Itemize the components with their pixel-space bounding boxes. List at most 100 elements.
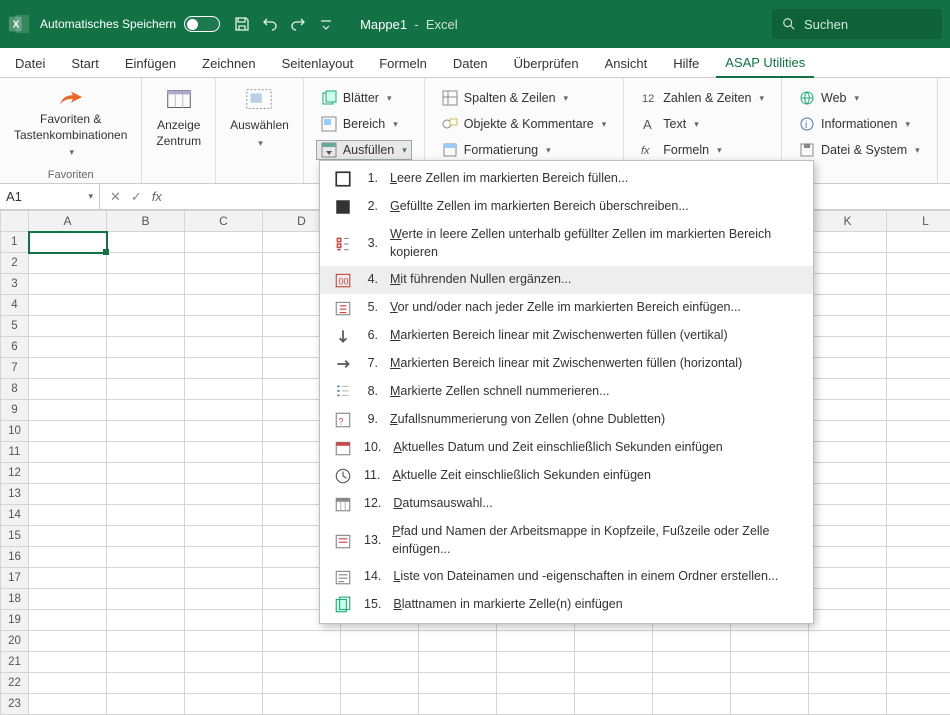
cell[interactable] [341,694,419,715]
row-header[interactable]: 8 [1,379,29,400]
cell[interactable] [185,526,263,547]
cell[interactable] [887,568,950,589]
cell[interactable] [185,358,263,379]
cell[interactable] [887,274,950,295]
cell[interactable] [185,442,263,463]
ribbon-cmd-formatierung[interactable]: Formatierung▾ [437,140,611,160]
row-header[interactable]: 23 [1,694,29,715]
cell[interactable] [185,400,263,421]
cell[interactable] [107,295,185,316]
row-header[interactable]: 19 [1,610,29,631]
row-header[interactable]: 11 [1,442,29,463]
cell[interactable] [887,442,950,463]
cell[interactable] [731,631,809,652]
row-header[interactable]: 21 [1,652,29,673]
cell[interactable] [185,631,263,652]
cell[interactable] [185,253,263,274]
cell[interactable] [575,673,653,694]
qat-overflow-icon[interactable] [318,16,334,32]
row-header[interactable]: 12 [1,463,29,484]
cell[interactable] [731,652,809,673]
search-box[interactable]: Suchen [772,9,942,39]
cell[interactable] [887,652,950,673]
cell[interactable] [107,379,185,400]
tab-formeln[interactable]: Formeln [370,51,436,77]
cell[interactable] [809,400,887,421]
redo-icon[interactable] [290,16,306,32]
cell[interactable] [185,463,263,484]
row-header[interactable]: 14 [1,505,29,526]
cell[interactable] [29,610,107,631]
row-header[interactable]: 22 [1,673,29,694]
cell[interactable] [107,547,185,568]
column-header[interactable]: C [185,211,263,232]
cell[interactable] [419,631,497,652]
cell[interactable] [29,379,107,400]
cell[interactable] [107,505,185,526]
row-header[interactable]: 2 [1,253,29,274]
menu-item-10[interactable]: 10.Aktuelles Datum und Zeit einschließli… [320,434,813,462]
menu-item-2[interactable]: 2.Gefüllte Zellen im markierten Bereich … [320,193,813,221]
cell[interactable] [887,484,950,505]
cell[interactable] [887,631,950,652]
row-header[interactable]: 9 [1,400,29,421]
row-header[interactable]: 5 [1,316,29,337]
cell[interactable] [575,631,653,652]
cell[interactable] [107,421,185,442]
cell[interactable] [887,232,950,253]
ribbon-cmd-bereich[interactable]: Bereich▾ [316,114,412,134]
cell[interactable] [29,253,107,274]
cell[interactable] [29,694,107,715]
tab-einfügen[interactable]: Einfügen [116,51,185,77]
ribbon-cmd-spalten-zeilen[interactable]: Spalten & Zeilen▾ [437,88,611,108]
cell[interactable] [887,610,950,631]
row-header[interactable]: 1 [1,232,29,253]
tab-überprüfen[interactable]: Überprüfen [505,51,588,77]
cell[interactable] [653,694,731,715]
cell[interactable] [185,232,263,253]
cell[interactable] [419,652,497,673]
cell[interactable] [341,631,419,652]
cancel-icon[interactable]: ✕ [110,189,121,205]
row-header[interactable]: 17 [1,568,29,589]
row-header[interactable]: 4 [1,295,29,316]
cell[interactable] [185,337,263,358]
cell[interactable] [887,379,950,400]
auswaehlen-button[interactable]: Auswählen ▾ [224,84,295,159]
confirm-icon[interactable]: ✓ [131,189,142,205]
cell[interactable] [107,610,185,631]
cell[interactable] [29,484,107,505]
tab-zeichnen[interactable]: Zeichnen [193,51,264,77]
menu-item-15[interactable]: 15.Blattnamen in markierte Zelle(n) einf… [320,591,813,619]
cell[interactable] [185,505,263,526]
cell[interactable] [809,295,887,316]
cell[interactable] [29,652,107,673]
cell[interactable] [497,631,575,652]
row-header[interactable]: 20 [1,631,29,652]
cell[interactable] [653,652,731,673]
tab-start[interactable]: Start [62,51,107,77]
tab-asap-utilities[interactable]: ASAP Utilities [716,50,814,78]
cell[interactable] [107,463,185,484]
anzeige-zentrum-button[interactable]: Anzeige Zentrum [150,84,207,159]
cell[interactable] [107,631,185,652]
column-header[interactable]: A [29,211,107,232]
cell[interactable] [809,337,887,358]
cell[interactable] [29,337,107,358]
row-header[interactable]: 18 [1,589,29,610]
cell[interactable] [29,421,107,442]
cell[interactable] [107,694,185,715]
cell[interactable] [419,673,497,694]
cell[interactable] [185,694,263,715]
menu-item-9[interactable]: ?9.Zufallsnummerierung von Zellen (ohne … [320,406,813,434]
tab-ansicht[interactable]: Ansicht [596,51,657,77]
ribbon-cmd-ausf-llen[interactable]: Ausfüllen▾ [316,140,412,160]
cell[interactable] [887,463,950,484]
cell[interactable] [809,568,887,589]
cell[interactable] [809,505,887,526]
cell[interactable] [107,358,185,379]
cell[interactable] [185,673,263,694]
menu-item-13[interactable]: 13.Pfad und Namen der Arbeitsmappe in Ko… [320,518,813,563]
cell[interactable] [185,274,263,295]
menu-item-1[interactable]: 1.Leere Zellen im markierten Bereich fül… [320,165,813,193]
